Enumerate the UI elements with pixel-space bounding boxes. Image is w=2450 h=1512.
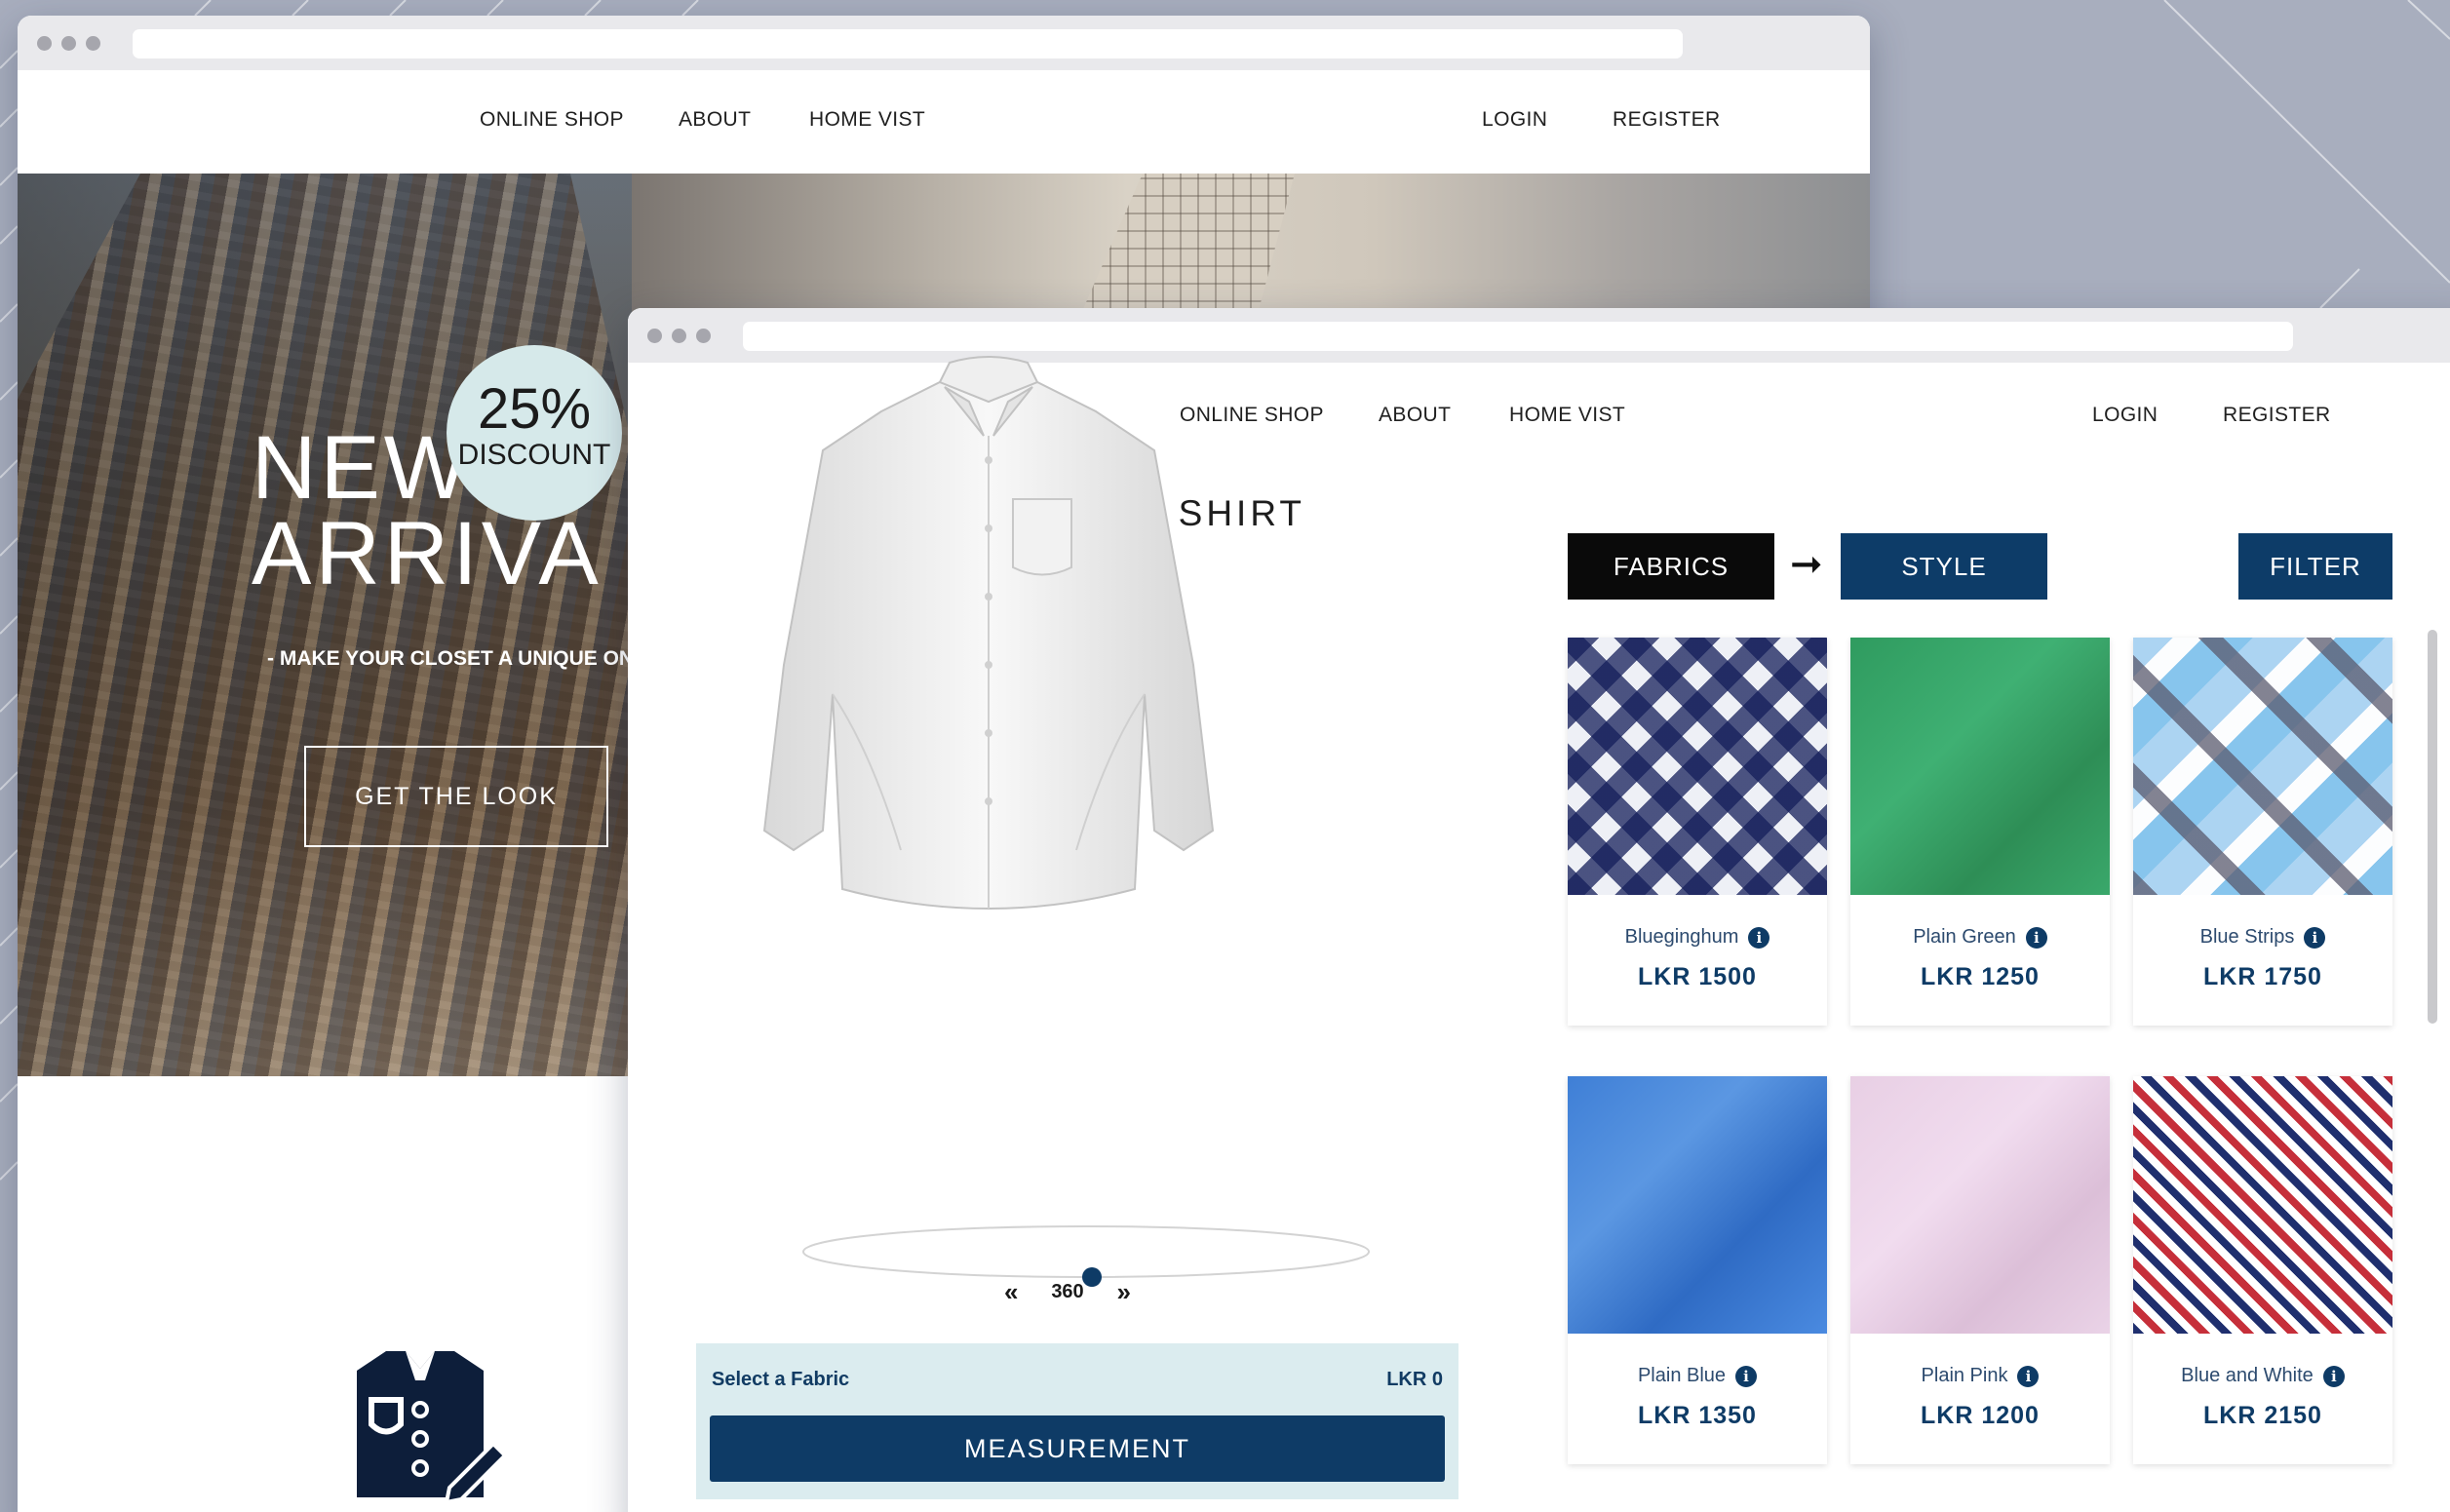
nav-about[interactable]: ABOUT <box>679 108 751 132</box>
fabric-price: LKR 2150 <box>2203 1402 2322 1429</box>
fabric-name: Blue and White <box>2181 1365 2314 1386</box>
fabric-name: Blueginghum <box>1624 926 1739 948</box>
browser-window-front: ONLINE SHOP ABOUT HOME VIST LOGIN REGIST… <box>628 308 2450 1512</box>
fabric-card[interactable]: Plain Pink i LKR 1200 <box>1850 1076 2110 1464</box>
hero-subtitle: - MAKE YOUR CLOSET A UNIQUE ONE <box>267 647 648 670</box>
info-icon[interactable]: i <box>2304 926 2326 949</box>
window-controls <box>37 36 100 51</box>
rotate-left-icon[interactable]: « <box>1004 1277 1018 1307</box>
fabric-price: LKR 1350 <box>1638 1402 1757 1429</box>
fabric-price: LKR 1750 <box>2203 963 2322 990</box>
shirt-preview[interactable] <box>735 343 1242 977</box>
window-dot[interactable] <box>61 36 76 51</box>
fabric-list-scrollbar[interactable] <box>2428 630 2437 1024</box>
fabric-price-total: LKR 0 <box>1386 1369 1443 1390</box>
fabric-card[interactable]: Plain Green i LKR 1250 <box>1850 638 2110 1026</box>
nav-login[interactable]: LOGIN <box>2092 404 2158 427</box>
fabric-name-row: Plain Blue i <box>1568 1365 1827 1387</box>
fabric-name-row: Blue and White i <box>2133 1365 2392 1387</box>
fabric-card[interactable]: Blue Strips i LKR 1750 <box>2133 638 2392 1026</box>
window-dot[interactable] <box>696 329 711 343</box>
measurement-button[interactable]: MEASUREMENT <box>710 1415 1445 1482</box>
fabric-grid: Blueginghum i LKR 1500 Plain Green i LKR… <box>1568 638 2392 1512</box>
hero-banner <box>18 174 632 1076</box>
nav-home-visit[interactable]: HOME VIST <box>809 108 925 132</box>
window-dot[interactable] <box>647 329 662 343</box>
fabric-card[interactable]: Blue and White i LKR 2150 <box>2133 1076 2392 1464</box>
info-icon[interactable]: i <box>2025 926 2047 949</box>
fabric-name-row: Blueginghum i <box>1568 926 1827 949</box>
shirt-logo-icon <box>357 1351 508 1505</box>
discount-badge: 25% DISCOUNT <box>447 345 622 521</box>
info-icon[interactable]: i <box>1735 1365 1758 1387</box>
rotation-label: 360 <box>1051 1280 1084 1302</box>
fabric-swatch <box>1568 638 1827 895</box>
nav-register[interactable]: REGISTER <box>1613 108 1721 132</box>
nav-home-visit[interactable]: HOME VIST <box>1509 404 1625 427</box>
fabric-swatch <box>1568 1076 1827 1334</box>
fabric-price: LKR 1500 <box>1638 963 1757 990</box>
window-dot[interactable] <box>86 36 100 51</box>
rotate-right-icon[interactable]: » <box>1117 1277 1131 1307</box>
fabric-status: Select a Fabric LKR 0 <box>712 1369 1443 1391</box>
address-bar[interactable] <box>133 29 1683 58</box>
rotation-control: « 360 » <box>1004 1277 1131 1306</box>
nav-login[interactable]: LOGIN <box>1482 108 1547 132</box>
info-icon[interactable]: i <box>2322 1365 2345 1387</box>
fabric-swatch <box>1850 1076 2110 1334</box>
nav-register[interactable]: REGISTER <box>2223 404 2331 427</box>
fabric-name-row: Plain Green i <box>1850 926 2110 949</box>
fabric-price: LKR 1200 <box>1921 1402 2040 1429</box>
nav-online-shop[interactable]: ONLINE SHOP <box>480 108 624 132</box>
hero-image-coat <box>18 174 632 1076</box>
discount-label: DISCOUNT <box>457 439 611 471</box>
window-controls <box>647 329 711 343</box>
fabric-swatch <box>2133 1076 2392 1334</box>
fabric-swatch <box>1850 638 2110 895</box>
fabric-prompt: Select a Fabric <box>712 1369 850 1390</box>
fabric-name: Plain Blue <box>1637 1365 1727 1386</box>
discount-percent: 25% <box>477 377 592 441</box>
fabric-name: Plain Green <box>1913 926 2016 948</box>
hero-title-line2: ARRIVA <box>252 504 603 603</box>
fabric-card[interactable]: Blueginghum i LKR 1500 <box>1568 638 1827 1026</box>
arrow-right-icon: ➞ <box>1790 543 1823 586</box>
window-dot[interactable] <box>37 36 52 51</box>
browser-chrome <box>18 16 1870 70</box>
filter-button[interactable]: FILTER <box>2238 533 2392 600</box>
fabric-summary-panel: Select a Fabric LKR 0 MEASUREMENT <box>696 1343 1458 1499</box>
info-icon[interactable]: i <box>2017 1365 2040 1387</box>
fabric-price: LKR 1250 <box>1921 963 2040 990</box>
fabric-card[interactable]: Plain Blue i LKR 1350 <box>1568 1076 1827 1464</box>
tab-style[interactable]: STYLE <box>1841 533 2047 600</box>
info-icon[interactable]: i <box>1748 926 1770 949</box>
fabric-name-row: Plain Pink i <box>1850 1365 2110 1387</box>
top-nav: ONLINE SHOP ABOUT HOME VIST LOGIN REGIST… <box>18 108 1870 147</box>
window-dot[interactable] <box>672 329 686 343</box>
nav-about[interactable]: ABOUT <box>1379 404 1451 427</box>
get-the-look-button[interactable]: GET THE LOOK <box>304 746 608 847</box>
fabric-name-row: Blue Strips i <box>2133 926 2392 949</box>
fabric-name: Plain Pink <box>1921 1365 2008 1386</box>
fabric-swatch <box>2133 638 2392 895</box>
fabric-name: Blue Strips <box>2199 926 2295 948</box>
tab-fabrics[interactable]: FABRICS <box>1568 533 1774 600</box>
